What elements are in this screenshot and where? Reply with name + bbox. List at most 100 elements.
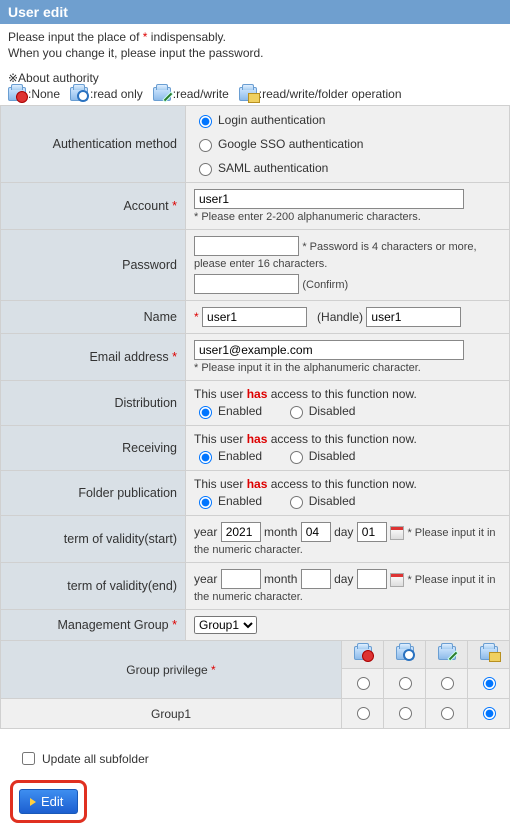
group-priv-header: Group privilege * [1,641,342,699]
required-star: * [172,199,177,213]
edit-button-highlight: Edit [10,780,87,823]
priv-radio-none[interactable] [357,707,370,720]
recv-disabled-option[interactable]: Disabled [285,448,356,464]
authority-legend: ※About authority :None :read only :read/… [0,67,510,105]
start-year-input[interactable] [221,522,261,542]
perm-rwfolder-icon [239,87,257,101]
update-subfolder-checkbox[interactable] [22,752,35,765]
recv-access-has: has [247,432,268,446]
account-hint: * Please enter 2-200 alphanumeric charac… [194,211,421,223]
play-icon [30,798,36,806]
fpub-enabled-radio[interactable] [199,496,212,509]
recv-disabled-radio[interactable] [290,451,303,464]
edit-button[interactable]: Edit [19,789,78,814]
fpub-disabled-label: Disabled [309,494,356,508]
intro-line2: When you change it, please input the pas… [8,46,264,60]
dist-enabled-radio[interactable] [199,406,212,419]
label-validity-start: term of validity(start) [1,516,186,563]
start-month-input[interactable] [301,522,331,542]
account-input[interactable] [194,189,464,209]
handle-input[interactable] [366,307,461,327]
calendar-icon[interactable] [390,573,404,587]
email-input[interactable] [194,340,464,360]
priv-radio-ro[interactable] [399,707,412,720]
name-input[interactable] [202,307,307,327]
mgmt-group-select[interactable]: Group1 [194,616,257,634]
dist-enabled-option[interactable]: Enabled [194,403,262,419]
handle-label: (Handle) [317,310,363,324]
label-folder-pub: Folder publication [1,471,186,516]
calendar-icon[interactable] [390,526,404,540]
dist-disabled-option[interactable]: Disabled [285,403,356,419]
dist-disabled-label: Disabled [309,404,356,418]
update-subfolder-label: Update all subfolder [42,752,149,766]
password-input[interactable] [194,236,299,256]
priv-col-ro [384,641,426,669]
perm-readonly-icon [70,87,88,101]
label-account: Account [123,199,168,213]
recv-disabled-label: Disabled [309,449,356,463]
perm-none-icon [354,646,372,660]
fpub-access-pre: This user [194,477,247,491]
recv-enabled-label: Enabled [218,449,262,463]
priv-col-rw [426,641,468,669]
start-day-input[interactable] [357,522,387,542]
edit-button-label: Edit [41,794,63,809]
label-name: Name [1,301,186,334]
day-label: day [334,525,353,539]
fpub-access-post: access to this function now. [267,477,416,491]
perm-rwf-label: :read/write/folder operation [259,87,402,101]
dist-disabled-radio[interactable] [290,406,303,419]
priv-radio-rwf[interactable] [483,707,496,720]
dist-access-has: has [247,387,268,401]
perm-none-icon [8,87,26,101]
dist-enabled-label: Enabled [218,404,262,418]
auth-google-radio[interactable] [199,139,212,152]
recv-enabled-radio[interactable] [199,451,212,464]
end-day-input[interactable] [357,569,387,589]
priv-radio-rwf[interactable] [483,677,496,690]
end-month-input[interactable] [301,569,331,589]
fpub-access-has: has [247,477,268,491]
year-label: year [194,572,217,586]
month-label: month [264,572,297,586]
perm-readonly-icon [396,646,414,660]
perm-rw-label: :read/write [173,87,229,101]
recv-access-pre: This user [194,432,247,446]
auth-login-option[interactable]: Login authentication [194,112,325,128]
priv-radio-rw[interactable] [441,677,454,690]
label-email: Email address [89,350,168,364]
dist-access-post: access to this function now. [267,387,416,401]
fpub-enabled-label: Enabled [218,494,262,508]
label-distribution: Distribution [1,381,186,426]
end-year-input[interactable] [221,569,261,589]
priv-radio-none[interactable] [357,677,370,690]
month-label: month [264,525,297,539]
label-validity-end: term of validity(end) [1,563,186,610]
perm-none-label: :None [28,87,60,101]
label-auth-method: Authentication method [1,106,186,183]
auth-login-radio[interactable] [199,115,212,128]
auth-saml-radio[interactable] [199,163,212,176]
recv-enabled-option[interactable]: Enabled [194,448,262,464]
fpub-disabled-radio[interactable] [290,496,303,509]
intro-text: Please input the place of * indispensabl… [0,24,510,67]
required-star: * [172,618,177,632]
email-hint: * Please input it in the alphanumeric ch… [194,362,421,374]
priv-radio-rw[interactable] [441,707,454,720]
auth-saml-option[interactable]: SAML authentication [194,160,328,176]
priv-radio-ro[interactable] [399,677,412,690]
perm-ro-label: :read only [90,87,143,101]
group-name-cell: Group1 [1,699,342,729]
fpub-enabled-option[interactable]: Enabled [194,493,262,509]
recv-access-post: access to this function now. [267,432,416,446]
fpub-disabled-option[interactable]: Disabled [285,493,356,509]
perm-rwfolder-icon [480,646,498,660]
password-confirm-input[interactable] [194,274,299,294]
day-label: day [334,572,353,586]
perm-readwrite-icon [438,646,456,660]
footer: Update all subfolder Edit [0,729,510,833]
auth-google-label: Google SSO authentication [218,137,363,151]
table-row: Group1 [1,699,510,729]
auth-google-option[interactable]: Google SSO authentication [194,136,363,152]
